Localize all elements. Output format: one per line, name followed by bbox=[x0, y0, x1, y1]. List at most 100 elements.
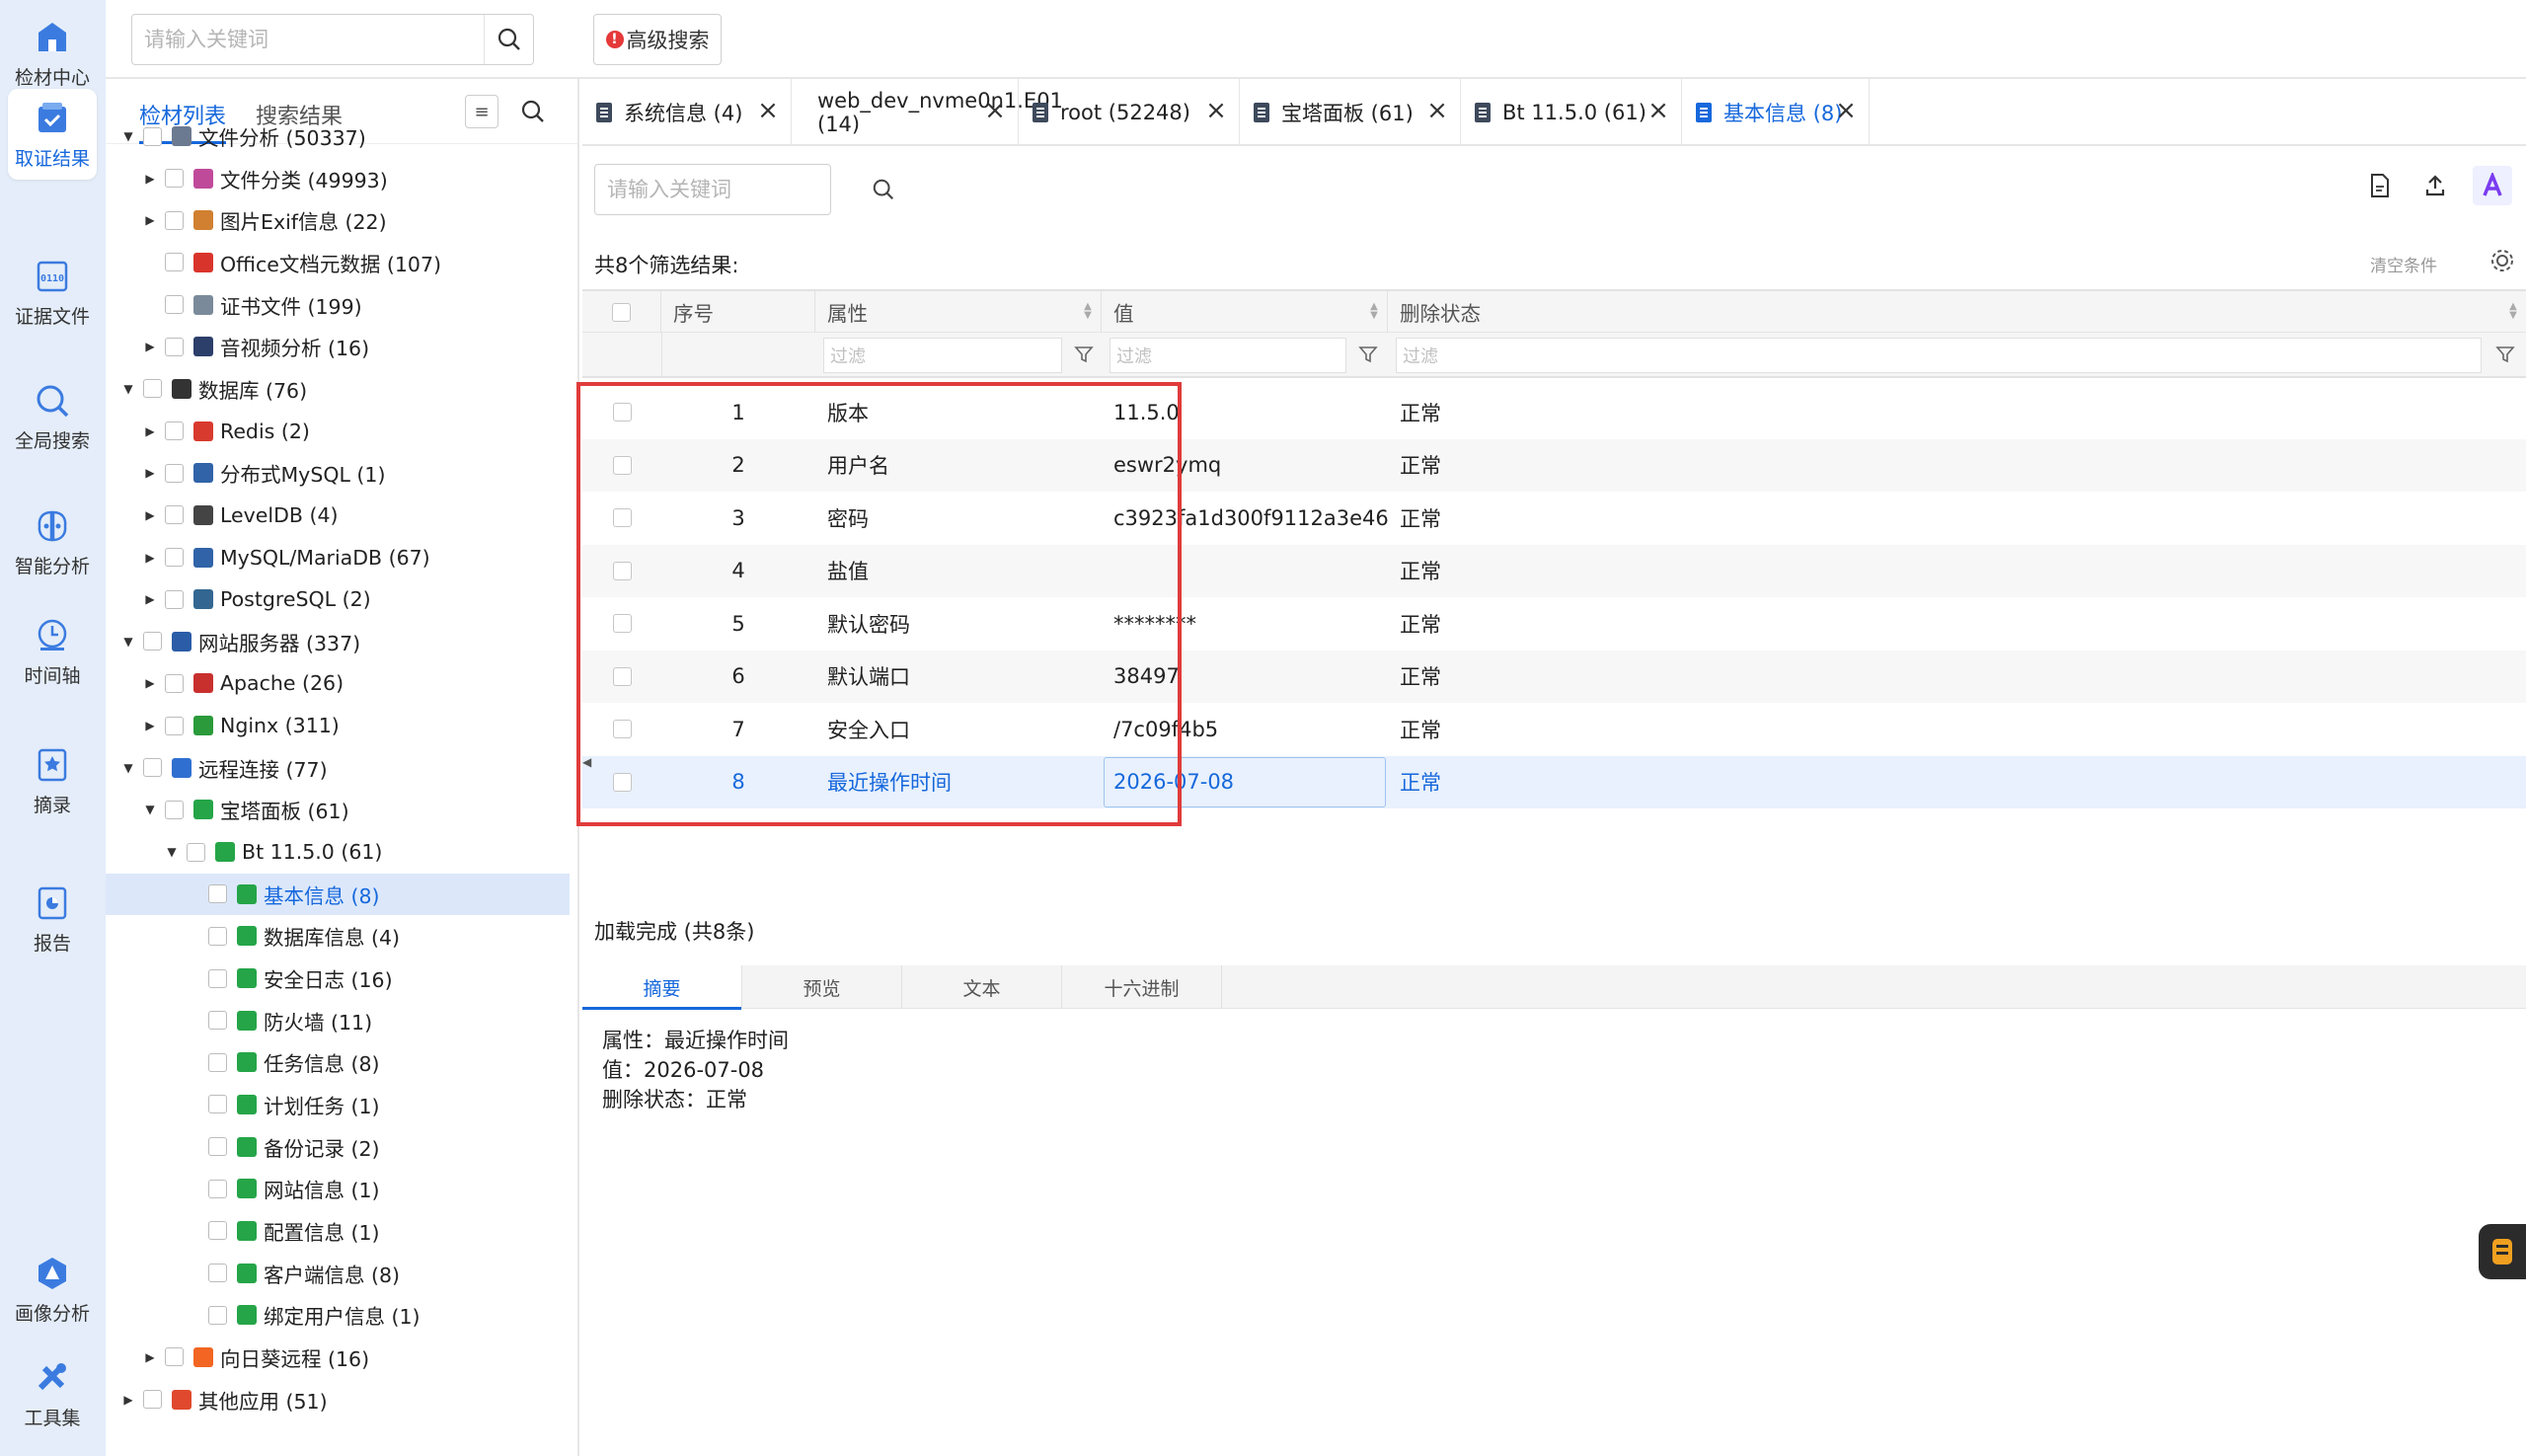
column-header-delete-status[interactable]: 删除状态 ▲ ▼ bbox=[1388, 291, 2526, 333]
collapsed-arrow-icon[interactable]: ▶ bbox=[141, 422, 159, 440]
close-icon[interactable]: × bbox=[1203, 98, 1229, 124]
collapsed-arrow-icon[interactable]: ▶ bbox=[141, 590, 159, 608]
collapsed-arrow-icon[interactable]: ▶ bbox=[141, 170, 159, 188]
tree-item-checkbox[interactable] bbox=[165, 589, 184, 609]
tree-item[interactable]: ▶ 其他应用 (51) bbox=[106, 1379, 570, 1420]
table-row[interactable]: 8 最近操作时间 2026-07-08 正常 bbox=[582, 755, 2526, 808]
collapsed-arrow-icon[interactable]: ▶ bbox=[119, 1391, 137, 1409]
collapsed-arrow-icon[interactable]: ▶ bbox=[141, 338, 159, 355]
sort-icon[interactable]: ▲ ▼ bbox=[1369, 302, 1379, 322]
filter-icon[interactable] bbox=[1074, 345, 1094, 364]
row-checkbox[interactable] bbox=[612, 403, 632, 422]
tree-item[interactable]: 证书文件 (199) bbox=[106, 284, 570, 326]
rail-item-report[interactable]: 报告 bbox=[8, 874, 97, 964]
result-search-button[interactable] bbox=[872, 165, 895, 214]
rail-item-sample-center[interactable]: 检材中心 bbox=[8, 8, 97, 99]
tree-item-checkbox[interactable] bbox=[165, 548, 184, 567]
tree-item[interactable]: 任务信息 (8) bbox=[106, 1041, 570, 1083]
tree-item[interactable]: ▶ 向日葵远程 (16) bbox=[106, 1337, 570, 1378]
rail-item-global-search[interactable]: 全局搜索 bbox=[8, 371, 97, 462]
select-all-checkbox[interactable] bbox=[612, 302, 631, 322]
tree-item-checkbox[interactable] bbox=[208, 1179, 227, 1198]
rail-item-timeline[interactable]: 时间轴 bbox=[8, 606, 97, 697]
tree-item-checkbox[interactable] bbox=[165, 716, 184, 735]
tree-item[interactable]: 客户端信息 (8) bbox=[106, 1253, 570, 1294]
tree-item[interactable]: Office文档元数据 (107) bbox=[106, 242, 570, 283]
global-search-input[interactable] bbox=[132, 15, 484, 64]
tree-item-checkbox[interactable] bbox=[208, 1305, 227, 1325]
column-header-attribute[interactable]: 属性 ▲ ▼ bbox=[815, 291, 1102, 333]
result-tab[interactable]: root (52248) × bbox=[1019, 79, 1240, 146]
tree-item[interactable]: 基本信息 (8) bbox=[106, 873, 570, 915]
clear-conditions-link[interactable]: 清空条件 bbox=[2370, 252, 2437, 276]
advanced-search-button[interactable]: ! 高级搜索 bbox=[593, 14, 722, 65]
table-row[interactable]: 4 盐值 正常 bbox=[582, 544, 2526, 597]
tree-item-checkbox[interactable] bbox=[165, 253, 184, 272]
collapsed-arrow-icon[interactable]: ▶ bbox=[141, 464, 159, 482]
row-checkbox[interactable] bbox=[612, 772, 632, 792]
tree-item-checkbox[interactable] bbox=[165, 1347, 184, 1367]
row-checkbox[interactable] bbox=[612, 720, 632, 739]
row-checkbox[interactable] bbox=[612, 614, 632, 634]
filter-icon[interactable] bbox=[1358, 345, 1378, 364]
export-button[interactable] bbox=[2415, 166, 2455, 205]
column-header-value[interactable]: 值 ▲ ▼ bbox=[1102, 291, 1388, 333]
global-search-button[interactable] bbox=[484, 15, 533, 64]
tree-item-checkbox[interactable] bbox=[143, 758, 162, 778]
tree-item-checkbox[interactable] bbox=[165, 673, 184, 693]
tree-item-checkbox[interactable] bbox=[208, 926, 227, 946]
tree-item[interactable]: ▶ MySQL/MariaDB (67) bbox=[106, 537, 570, 578]
expanded-arrow-icon[interactable]: ▼ bbox=[163, 843, 181, 861]
filter-value[interactable]: 过滤 bbox=[1110, 338, 1346, 373]
tree-item[interactable]: ▶ 分布式MySQL (1) bbox=[106, 452, 570, 494]
table-row[interactable]: 3 密码 c3923fa1d300f9112a3e46... 正常 bbox=[582, 492, 2526, 545]
collapsed-arrow-icon[interactable]: ▶ bbox=[141, 211, 159, 229]
result-tab[interactable]: 系统信息 (4) × bbox=[582, 79, 792, 146]
close-icon[interactable]: × bbox=[1646, 98, 1671, 124]
tree-item[interactable]: 网站信息 (1) bbox=[106, 1168, 570, 1209]
tab-summary[interactable]: 摘要 bbox=[582, 965, 742, 1010]
filter-delete-status[interactable]: 过滤 bbox=[1396, 338, 2482, 373]
tree-item-checkbox[interactable] bbox=[208, 1095, 227, 1114]
result-tab[interactable]: web_dev_nvme0n1.E01 (14) × bbox=[792, 79, 1063, 146]
tab-hex[interactable]: 十六进制 bbox=[1062, 965, 1222, 1009]
collapsed-arrow-icon[interactable]: ▶ bbox=[141, 549, 159, 567]
tree-item-checkbox[interactable] bbox=[165, 295, 184, 315]
tree-item[interactable]: 配置信息 (1) bbox=[106, 1210, 570, 1252]
tree-item-checkbox[interactable] bbox=[143, 1390, 162, 1409]
tree-item-checkbox[interactable] bbox=[208, 1011, 227, 1031]
tree-item-checkbox[interactable] bbox=[143, 126, 162, 146]
collapsed-arrow-icon[interactable]: ▶ bbox=[141, 674, 159, 692]
filter-attribute[interactable]: 过滤 bbox=[823, 338, 1062, 373]
sort-icon[interactable]: ▲ ▼ bbox=[2508, 302, 2518, 322]
tree-item-checkbox[interactable] bbox=[165, 337, 184, 356]
tree-item[interactable]: ▶ 音视频分析 (16) bbox=[106, 326, 570, 367]
tree-item-checkbox[interactable] bbox=[165, 169, 184, 189]
table-row[interactable]: 6 默认端口 38497 正常 bbox=[582, 650, 2526, 703]
rail-item-toolset[interactable]: 工具集 bbox=[8, 1348, 97, 1439]
filter-icon[interactable] bbox=[2495, 345, 2515, 364]
tab-text[interactable]: 文本 bbox=[902, 965, 1062, 1009]
tree-item[interactable]: ▼ Bt 11.5.0 (61) bbox=[106, 831, 570, 873]
tree-item-checkbox[interactable] bbox=[165, 505, 184, 525]
export-pdf-button[interactable] bbox=[2360, 166, 2400, 205]
tree-item-checkbox[interactable] bbox=[208, 1052, 227, 1072]
expanded-arrow-icon[interactable]: ▼ bbox=[141, 801, 159, 818]
tree-item-checkbox[interactable] bbox=[165, 210, 184, 230]
result-tab[interactable]: Bt 11.5.0 (61) × bbox=[1461, 79, 1682, 146]
expanded-arrow-icon[interactable]: ▼ bbox=[119, 633, 137, 651]
result-search-input[interactable] bbox=[595, 165, 872, 214]
tree-item-checkbox[interactable] bbox=[165, 421, 184, 441]
tree-item-checkbox[interactable] bbox=[208, 1221, 227, 1241]
table-row[interactable]: 5 默认密码 ******** 正常 bbox=[582, 597, 2526, 651]
rail-item-evidence-result[interactable]: 取证结果 bbox=[8, 89, 97, 180]
tree-item-checkbox[interactable] bbox=[143, 632, 162, 651]
rail-item-evidence-file[interactable]: 0110 证据文件 bbox=[8, 247, 97, 338]
tree-item[interactable]: ▶ Nginx (311) bbox=[106, 705, 570, 746]
tree-item[interactable]: ▶ 图片Exif信息 (22) bbox=[106, 199, 570, 241]
table-row[interactable]: 7 安全入口/7c09f4b5 正常 bbox=[582, 703, 2526, 756]
result-tab[interactable]: 基本信息 (8) × bbox=[1682, 79, 1870, 146]
collapsed-arrow-icon[interactable]: ▶ bbox=[141, 506, 159, 524]
gear-icon[interactable] bbox=[2488, 247, 2516, 274]
tab-preview[interactable]: 预览 bbox=[742, 965, 902, 1009]
